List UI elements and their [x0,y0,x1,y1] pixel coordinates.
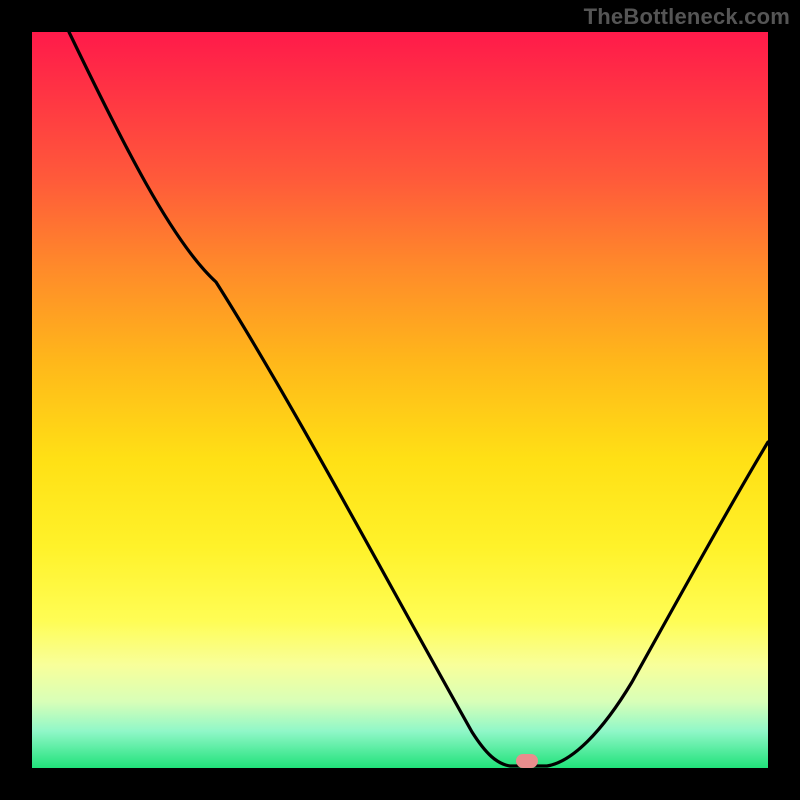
bottleneck-curve [32,32,768,768]
chart-container: TheBottleneck.com [0,0,800,800]
watermark-label: TheBottleneck.com [584,4,790,30]
optimal-point-marker [516,754,538,768]
curve-path [69,32,768,766]
